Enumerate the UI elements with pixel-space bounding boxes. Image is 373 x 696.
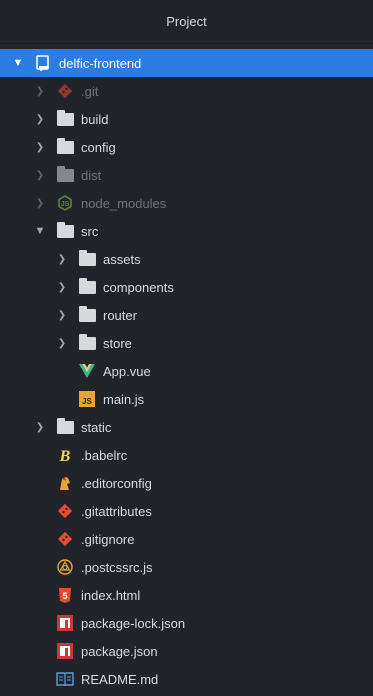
tree-item-label: static — [81, 419, 112, 435]
folder-icon — [78, 305, 96, 323]
chevron-right-icon[interactable]: ❯ — [34, 114, 46, 125]
folder-icon — [56, 137, 74, 155]
tree-item-components-folder[interactable]: ❯ components — [0, 273, 373, 301]
tree-item-build-folder[interactable]: ❯ build — [0, 105, 373, 133]
folder-icon — [78, 333, 96, 351]
tree-item-label: .postcssrc.js — [81, 559, 153, 575]
folder-open-icon — [56, 221, 74, 239]
tree-item-label: package-lock.json — [81, 615, 186, 631]
tree-item-postcssrc-file[interactable]: .postcssrc.js — [0, 553, 373, 581]
tree-item-gitattributes-file[interactable]: .gitattributes — [0, 497, 373, 525]
svg-text:JS: JS — [82, 397, 92, 406]
tree-item-assets-folder[interactable]: ❯ assets — [0, 245, 373, 273]
chevron-right-icon[interactable]: ❯ — [34, 422, 46, 433]
chevron-right-icon[interactable]: ❯ — [34, 86, 46, 97]
tree-item-readme-file[interactable]: README.md — [0, 665, 373, 693]
tree-item-label: store — [103, 335, 132, 351]
chevron-right-icon[interactable]: ❯ — [34, 142, 46, 153]
svg-text:JS: JS — [61, 201, 70, 208]
tree-item-babelrc-file[interactable]: B .babelrc — [0, 441, 373, 469]
babel-icon: B — [56, 447, 74, 463]
tree-item-label: .git — [81, 83, 99, 99]
chevron-down-icon[interactable]: ▼ — [34, 225, 46, 237]
tree-item-label: README.md — [81, 671, 159, 687]
tree-item-label: config — [81, 139, 116, 155]
tree-item-label: App.vue — [103, 363, 151, 379]
chevron-right-icon[interactable]: ❯ — [56, 338, 68, 349]
tree-item-package-lock-file[interactable]: package-lock.json — [0, 609, 373, 637]
tree-item-store-folder[interactable]: ❯ store — [0, 329, 373, 357]
tree-item-router-folder[interactable]: ❯ router — [0, 301, 373, 329]
tree-item-gitignore-file[interactable]: .gitignore — [0, 525, 373, 553]
project-panel: Project ▼ delfic-frontend ❯ .git ❯ build… — [0, 0, 373, 696]
tree-item-label: .gitignore — [81, 531, 135, 547]
chevron-down-icon[interactable]: ▼ — [12, 57, 24, 69]
tree-item-main-js-file[interactable]: JS main.js — [0, 385, 373, 413]
git-icon — [56, 83, 74, 99]
svg-text:5: 5 — [62, 591, 67, 601]
tree-item-dist-folder[interactable]: ❯ dist — [0, 161, 373, 189]
tree-item-label: assets — [103, 251, 141, 267]
nodejs-icon: JS — [56, 195, 74, 211]
tree-item-label: src — [81, 223, 99, 239]
folder-icon — [78, 249, 96, 267]
vue-icon — [78, 363, 96, 379]
tree-item-label: router — [103, 307, 137, 323]
editorconfig-icon — [56, 475, 74, 491]
tree-item-label: build — [81, 111, 109, 127]
npm-icon — [56, 643, 74, 659]
git-icon — [56, 531, 74, 547]
chevron-right-icon[interactable]: ❯ — [34, 198, 46, 209]
tree-item-label: node_modules — [81, 195, 167, 211]
panel-title: Project — [0, 0, 373, 44]
chevron-right-icon[interactable]: ❯ — [56, 310, 68, 321]
tree-item-label: index.html — [81, 587, 141, 603]
tree-item-label: .babelrc — [81, 447, 128, 463]
tree-root-delfic-frontend[interactable]: ▼ delfic-frontend — [0, 49, 373, 77]
book-icon — [56, 671, 74, 687]
tree-item-node-modules-folder[interactable]: ❯ JS node_modules — [0, 189, 373, 217]
javascript-icon: JS — [78, 391, 96, 407]
tree-item-index-html-file[interactable]: 5 index.html — [0, 581, 373, 609]
tree-item-label: main.js — [103, 391, 145, 407]
folder-icon — [56, 109, 74, 127]
svg-text:B: B — [59, 448, 71, 463]
tree-item-git-folder[interactable]: ❯ .git — [0, 77, 373, 105]
tree-item-static-folder[interactable]: ❯ static — [0, 413, 373, 441]
repository-icon — [34, 55, 52, 71]
tree-item-label: dist — [81, 167, 102, 183]
tree-item-label: .editorconfig — [81, 475, 152, 491]
chevron-right-icon[interactable]: ❯ — [34, 170, 46, 181]
tree-item-package-json-file[interactable]: package.json — [0, 637, 373, 665]
chevron-right-icon[interactable]: ❯ — [56, 254, 68, 265]
tree-item-label: components — [103, 279, 174, 295]
folder-icon — [56, 165, 74, 183]
folder-icon — [78, 277, 96, 295]
folder-icon — [56, 417, 74, 435]
tree-item-config-folder[interactable]: ❯ config — [0, 133, 373, 161]
tree-item-label: delfic-frontend — [59, 55, 142, 71]
tree-item-label: package.json — [81, 643, 158, 659]
tree-item-editorconfig-file[interactable]: .editorconfig — [0, 469, 373, 497]
tree-item-label: .gitattributes — [81, 503, 152, 519]
npm-icon — [56, 615, 74, 631]
html5-icon: 5 — [56, 587, 74, 603]
tree-item-app-vue-file[interactable]: App.vue — [0, 357, 373, 385]
postcss-icon — [56, 559, 74, 575]
git-icon — [56, 503, 74, 519]
tree-item-src-folder[interactable]: ▼ src — [0, 217, 373, 245]
chevron-right-icon[interactable]: ❯ — [56, 282, 68, 293]
